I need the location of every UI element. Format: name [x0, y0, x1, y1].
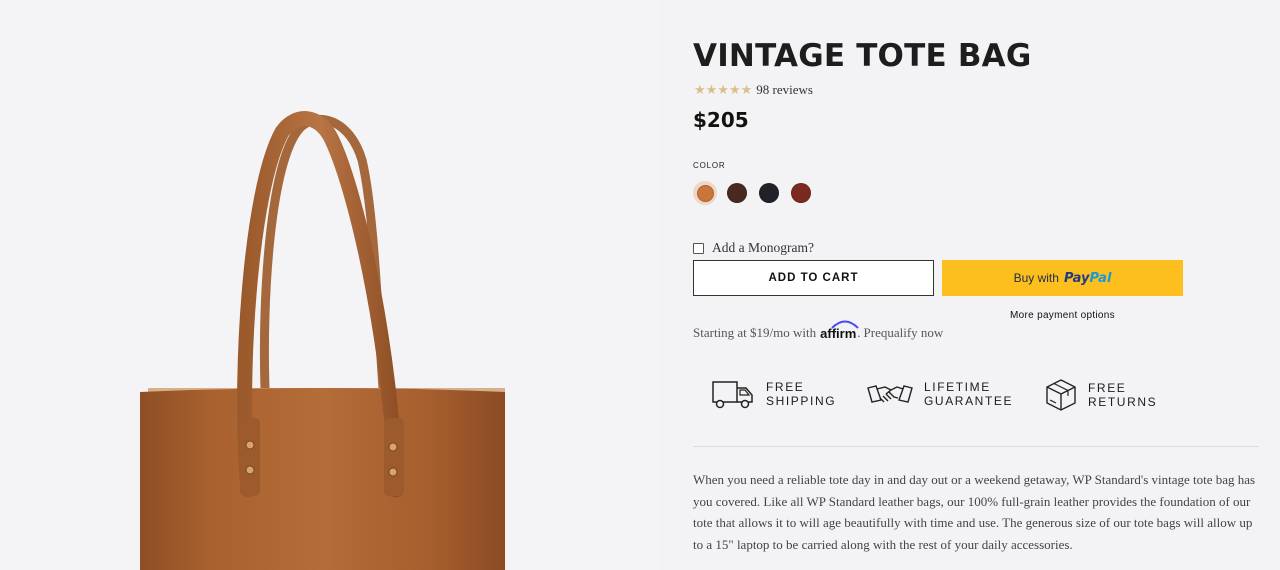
- paypal-button[interactable]: Buy with Pay Pal: [942, 260, 1183, 296]
- truck-icon: [712, 381, 753, 409]
- color-swatches: [693, 181, 813, 205]
- feature-lifetime-guarantee: LIFETIME GUARANTEE: [867, 378, 1013, 410]
- financing-line: Starting at $19/mo with affirm. Prequali…: [693, 320, 944, 341]
- feature-line2: GUARANTEE: [924, 394, 1014, 408]
- monogram-label: Add a Monogram?: [712, 240, 814, 255]
- swatch-dot: [759, 183, 779, 203]
- product-price: $205: [693, 108, 749, 132]
- financing-prefix: Starting at $19/mo with: [693, 325, 817, 340]
- swatch-dot: [696, 184, 714, 202]
- product-description: When you need a reliable tote day in and…: [693, 472, 1256, 552]
- rating[interactable]: ★★★★★ 98 reviews: [694, 82, 813, 98]
- more-payment-options-link[interactable]: More payment options: [942, 310, 1183, 321]
- feature-line1: LIFETIME: [924, 380, 991, 394]
- monogram-option[interactable]: Add a Monogram?: [693, 240, 814, 256]
- reviews-link[interactable]: 98 reviews: [756, 82, 813, 98]
- add-to-cart-button[interactable]: ADD TO CART: [693, 260, 934, 296]
- paypal-logo-pay: Pay: [1063, 270, 1090, 286]
- feature-label: FREE RETURNS: [1088, 381, 1157, 409]
- feature-label: LIFETIME GUARANTEE: [924, 380, 1013, 408]
- box-icon: [1046, 379, 1076, 411]
- swatch-dot: [727, 183, 747, 203]
- rating-stars-icon: ★★★★★: [694, 82, 753, 97]
- color-swatch-red[interactable]: [789, 181, 813, 205]
- swatch-dot: [791, 183, 811, 203]
- feature-line1: FREE: [1088, 381, 1127, 395]
- feature-line2: SHIPPING: [766, 394, 837, 408]
- feature-free-shipping: FREE SHIPPING: [711, 378, 836, 410]
- prequalify-link[interactable]: Prequalify now: [864, 325, 944, 341]
- feature-line1: FREE: [766, 380, 805, 394]
- divider: [693, 446, 1259, 447]
- color-swatch-dark-brown[interactable]: [725, 181, 749, 205]
- monogram-checkbox[interactable]: [693, 242, 704, 254]
- feature-line2: RETURNS: [1088, 395, 1158, 409]
- color-label: COLOR: [693, 161, 726, 170]
- handshake-icon: [867, 385, 913, 403]
- feature-free-returns: FREE RETURNS: [1045, 378, 1157, 412]
- product-title: VINTAGE TOTE BAG: [693, 38, 1032, 74]
- product-image: [0, 0, 660, 570]
- paypal-logo-pal: Pal: [1089, 270, 1112, 286]
- color-swatch-honey[interactable]: [693, 181, 717, 205]
- feature-label: FREE SHIPPING: [766, 380, 836, 408]
- tote-bag-illustration: [140, 111, 505, 570]
- affirm-logo-icon: affirm: [820, 320, 859, 341]
- color-swatch-black[interactable]: [757, 181, 781, 205]
- affirm-arc-icon: [831, 320, 859, 329]
- paypal-prefix: Buy with: [1013, 271, 1059, 285]
